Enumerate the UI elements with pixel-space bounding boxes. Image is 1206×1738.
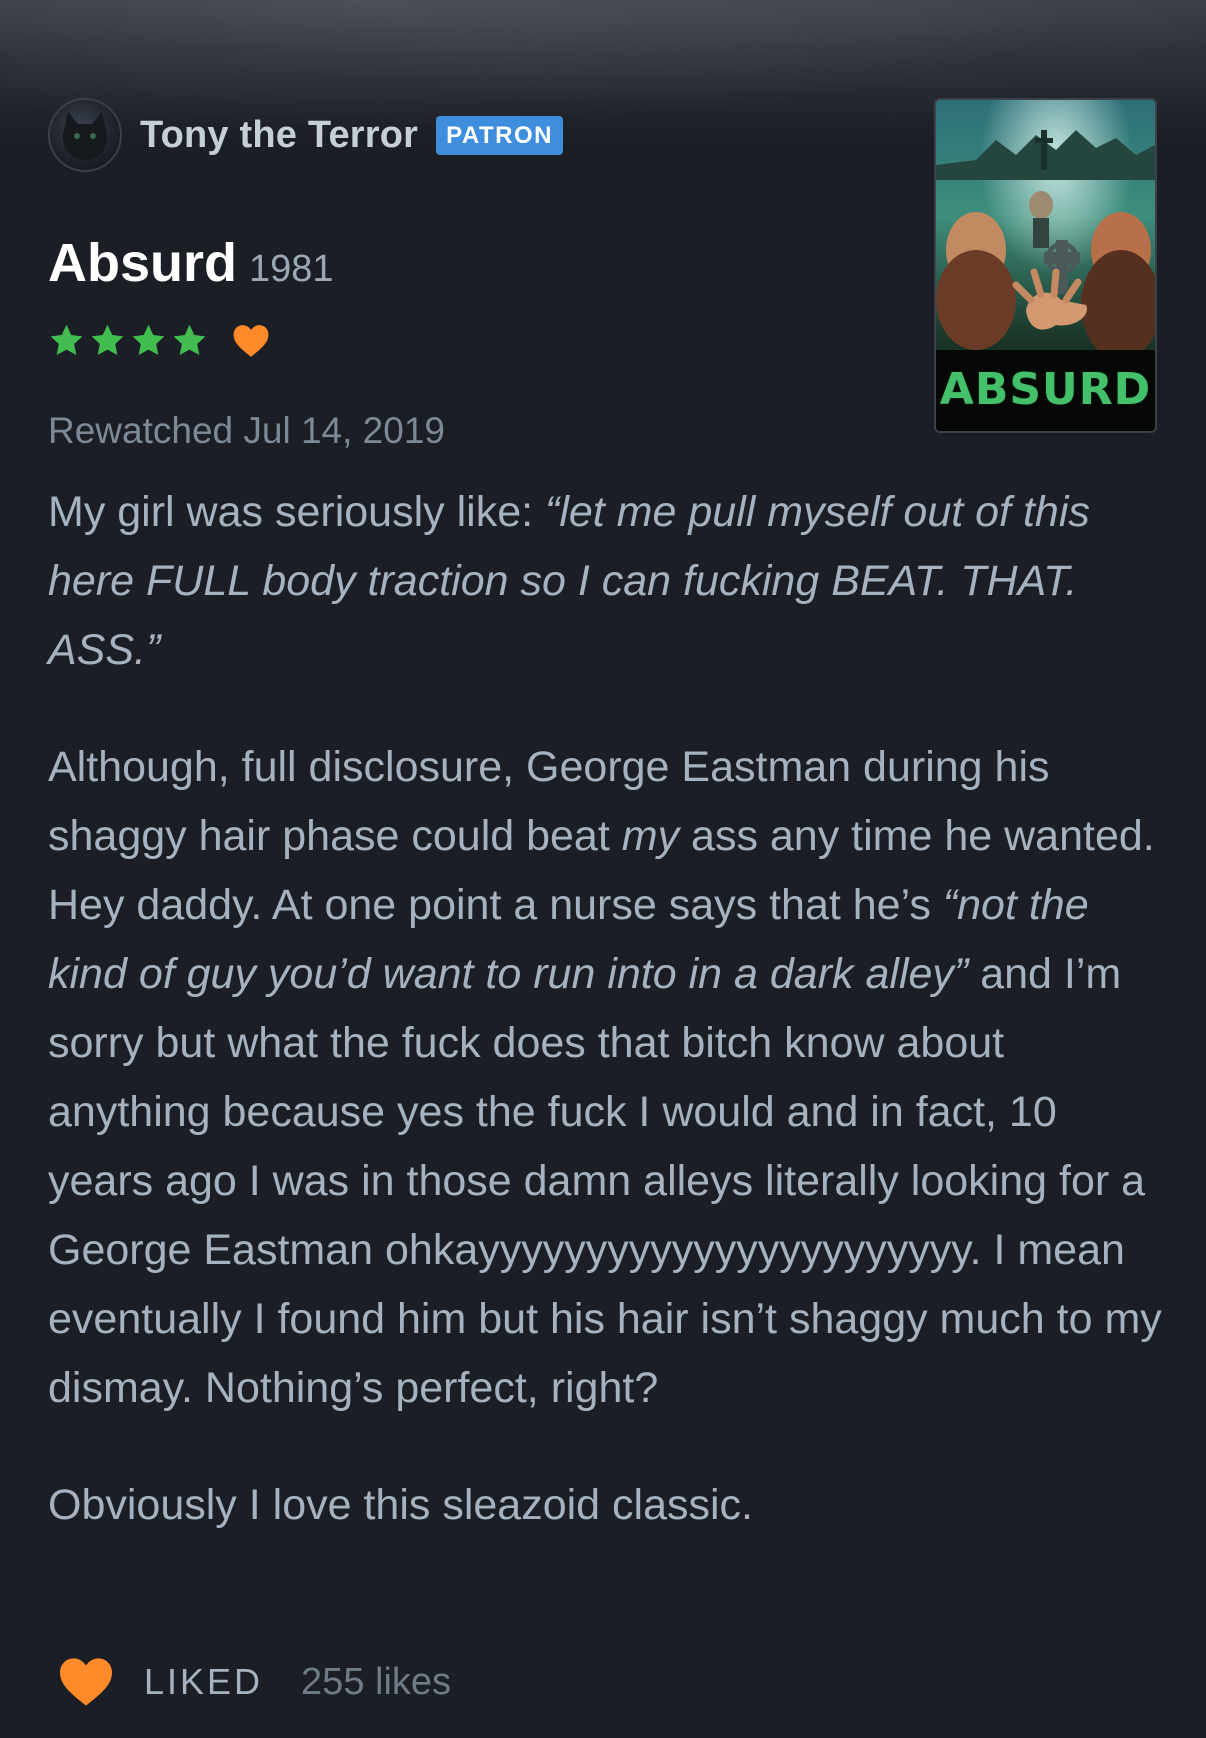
watched-date[interactable]: Rewatched Jul 14, 2019 (48, 410, 445, 452)
star-icon (91, 324, 124, 355)
poster-title: ABSURD (939, 364, 1152, 415)
review-emphasis: my (621, 812, 680, 860)
review-footer: LIKED 255 likes (56, 1656, 451, 1708)
review-body: My girl was seriously like: “let me pull… (48, 478, 1168, 1588)
review-header: Tony the Terror PATRON (48, 98, 563, 172)
rating-row (48, 322, 270, 359)
patron-badge: PATRON (436, 115, 563, 155)
review-text: Obviously I love this sleazoid classic. (48, 1481, 754, 1529)
avatar[interactable] (48, 98, 122, 172)
review-paragraph: Although, full disclosure, George Eastma… (48, 733, 1168, 1423)
review-paragraph: My girl was seriously like: “let me pull… (48, 478, 1168, 685)
cat-avatar-icon (62, 112, 108, 160)
star-icon (50, 324, 83, 355)
likes-count[interactable]: 255 likes (301, 1661, 451, 1704)
film-poster[interactable]: ABSURD (934, 98, 1157, 433)
review-text: My girl was seriously like: (48, 488, 545, 536)
film-title[interactable]: Absurd (48, 232, 237, 294)
username[interactable]: Tony the Terror (140, 114, 418, 157)
liked-label[interactable]: LIKED (144, 1661, 263, 1703)
like-heart-icon[interactable] (56, 1656, 116, 1708)
review-paragraph: Obviously I love this sleazoid classic. (48, 1471, 1168, 1540)
film-year[interactable]: 1981 (249, 248, 334, 291)
review-text: and I’m sorry but what the fuck does tha… (48, 950, 1162, 1412)
star-icon (173, 324, 206, 355)
film-title-block: Absurd 1981 (48, 232, 334, 294)
star-icon (132, 324, 165, 355)
heart-icon (233, 324, 269, 357)
